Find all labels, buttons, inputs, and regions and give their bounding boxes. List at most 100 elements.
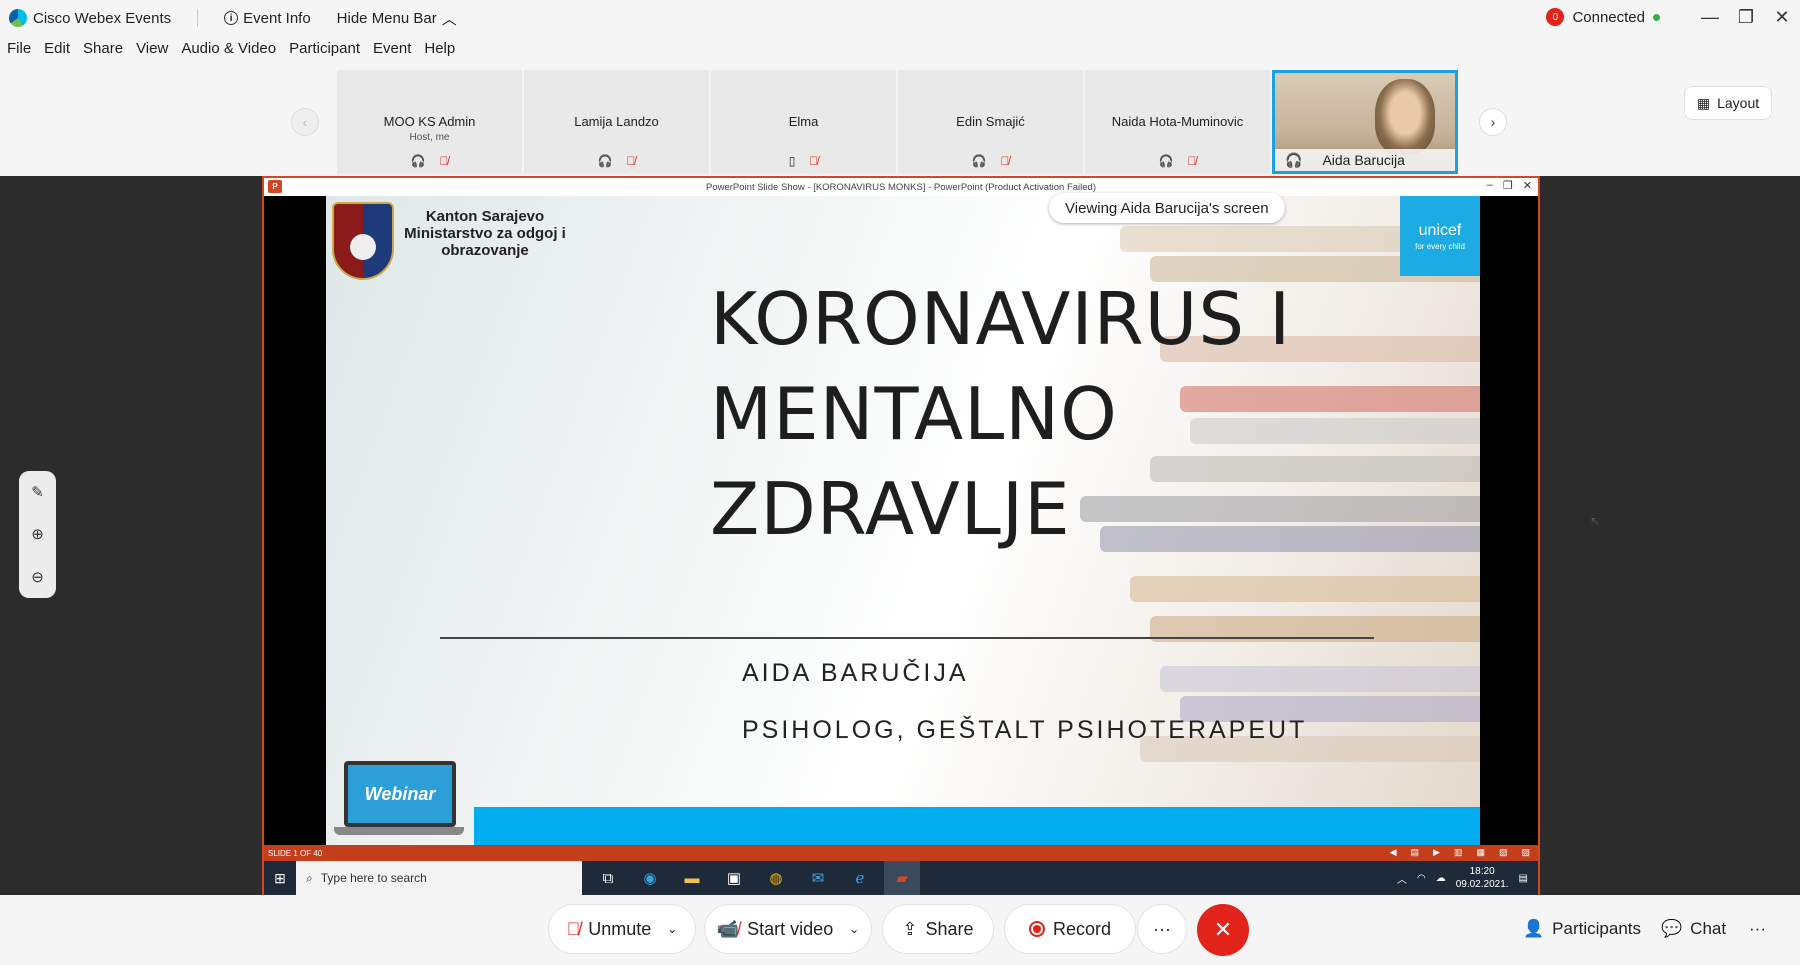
participant-tile[interactable]: Lamija Landzo 🎧 🎙̸ xyxy=(524,70,709,174)
headset-icon: 🎧 xyxy=(410,154,426,168)
participants-button[interactable]: 👤 Participants xyxy=(1523,904,1641,954)
window-controls: — ❐ ✕ xyxy=(1692,4,1800,30)
internet-explorer-icon[interactable]: ℯ xyxy=(842,861,878,895)
muted-mic-icon: 🎙̸ xyxy=(1000,154,1010,168)
strip-prev-button[interactable]: ‹ xyxy=(291,108,319,136)
record-label: Record xyxy=(1052,918,1112,939)
close-icon: ✕ xyxy=(1213,917,1233,942)
more-options-icon: ··· xyxy=(1749,919,1766,938)
organization-line-1: Kanton Sarajevo xyxy=(425,208,545,225)
notes-icon[interactable]: ▤ xyxy=(1411,847,1420,858)
restore-icon[interactable]: ❐ xyxy=(1728,4,1764,30)
layout-button[interactable]: ▦ Layout xyxy=(1684,86,1772,120)
menu-help[interactable]: Help xyxy=(424,40,455,66)
onedrive-cloud-icon[interactable]: ☁ xyxy=(1436,873,1446,884)
minimize-icon[interactable]: — xyxy=(1692,4,1728,30)
menu-event[interactable]: Event xyxy=(373,40,411,66)
participant-name: Elma xyxy=(788,114,819,129)
shared-content-stage: P PowerPoint Slide Show - [KORONAVIRUS M… xyxy=(0,176,1800,895)
connection-label: Connected xyxy=(1572,8,1645,26)
share-icon: ⇪ xyxy=(902,918,918,939)
event-info-button[interactable]: i Event Info xyxy=(224,10,311,27)
menu-edit[interactable]: Edit xyxy=(44,40,70,66)
powerpoint-icon: P xyxy=(268,180,282,193)
clock-date: 09.02.2021. xyxy=(1455,879,1509,890)
app-name: Cisco Webex Events xyxy=(33,9,172,27)
normal-view-icon[interactable]: ▥ xyxy=(1454,847,1463,858)
strip-next-button[interactable]: › xyxy=(1479,108,1507,136)
menu-audio-video[interactable]: Audio & Video xyxy=(181,40,276,66)
mail-icon[interactable]: ✉ xyxy=(800,861,836,895)
chat-button[interactable]: 💬 Chat xyxy=(1661,904,1726,954)
zoom-in-icon[interactable]: ⊕ xyxy=(31,525,44,543)
share-label: Share xyxy=(925,918,974,939)
reading-view-icon[interactable]: ▧ xyxy=(1499,847,1508,858)
zoom-out-icon[interactable]: ⊖ xyxy=(31,568,44,586)
hide-menu-bar-label: Hide Menu Bar xyxy=(336,9,437,27)
participant-tile[interactable]: Elma ▯ 🎙̸ xyxy=(711,70,896,174)
more-options-button[interactable]: ··· xyxy=(1137,904,1187,954)
slide-author-role: PSIHOLOG, GEŠTALT PSIHOTERAPEUT xyxy=(742,716,1308,744)
taskbar-apps: ⧉ ◉ ▬ ▣ ◍ ✉ ℯ ▰ xyxy=(590,861,920,895)
search-icon: ⌕ xyxy=(306,870,313,885)
slideshow-icon[interactable]: ▨ xyxy=(1521,847,1530,858)
notifications-icon[interactable]: ▤ xyxy=(1519,873,1528,884)
task-view-icon[interactable]: ⧉ xyxy=(590,861,626,895)
unmute-button[interactable]: 🎙̸ Unmute ⌄ xyxy=(548,904,696,954)
viewing-screen-indicator: Viewing Aida Barucija's screen xyxy=(1049,193,1285,223)
system-tray: ︿ ◠ ☁ 18:20 09.02.2021. ▤ xyxy=(1397,865,1528,891)
menu-share[interactable]: Share xyxy=(83,40,123,66)
mobile-phone-icon: ▯ xyxy=(788,154,796,168)
hide-menu-bar-button[interactable]: Hide Menu Bar ︿ xyxy=(337,8,457,29)
menu-file[interactable]: File xyxy=(7,40,31,66)
headset-icon: 🎧 xyxy=(1285,151,1303,168)
title-divider xyxy=(197,9,199,27)
participant-tile[interactable]: Edin Smajić 🎧 🎙̸ xyxy=(898,70,1083,174)
annotate-pen-icon[interactable]: ✎ xyxy=(31,483,44,501)
webinar-label: Webinar xyxy=(344,761,456,827)
more-panels-button[interactable]: ··· xyxy=(1749,904,1766,954)
menu-view[interactable]: View xyxy=(136,40,168,66)
chevron-down-icon[interactable]: ⌄ xyxy=(849,922,859,936)
powerpoint-taskbar-icon[interactable]: ▰ xyxy=(884,861,920,895)
meeting-controls-bar: 🎙̸ Unmute ⌄ 📹̸ Start video ⌄ ⇪ Share Rec… xyxy=(0,895,1800,965)
windows-start-icon[interactable]: ⊞ xyxy=(264,861,296,895)
participant-strip: MOO KS Admin Host, me 🎧 🎙̸ Lamija Landzo… xyxy=(337,70,1458,176)
info-icon: i xyxy=(224,11,239,25)
taskbar-clock[interactable]: 18:20 09.02.2021. xyxy=(1456,865,1509,891)
previous-slide-icon[interactable]: ◀ xyxy=(1390,847,1397,858)
file-explorer-icon[interactable]: ▬ xyxy=(674,861,710,895)
share-button[interactable]: ⇪ Share xyxy=(882,904,994,954)
participant-tile[interactable]: MOO KS Admin Host, me 🎧 🎙̸ xyxy=(337,70,522,174)
connection-status[interactable]: 0 Connected xyxy=(1546,8,1660,26)
participant-name: Naida Hota-Muminovic xyxy=(1111,114,1244,129)
menu-bar: File Edit Share View Audio & Video Parti… xyxy=(0,40,461,66)
leave-meeting-button[interactable]: ✕ xyxy=(1197,904,1249,956)
muted-mic-icon: 🎙̸ xyxy=(626,154,636,168)
powerpoint-window-controls: – ❐ ✕ xyxy=(1487,179,1532,192)
taskbar-search-placeholder: Type here to search xyxy=(320,871,427,885)
pp-restore-icon[interactable]: ❐ xyxy=(1503,179,1513,192)
wifi-icon[interactable]: ◠ xyxy=(1417,873,1426,884)
close-icon[interactable]: ✕ xyxy=(1764,4,1800,30)
chrome-icon[interactable]: ◍ xyxy=(758,861,794,895)
pp-close-icon[interactable]: ✕ xyxy=(1523,179,1532,192)
video-label: 🎧 Aida Barucija xyxy=(1275,149,1455,171)
webinar-laptop-logo: Webinar xyxy=(334,761,464,841)
tray-chevron-icon[interactable]: ︿ xyxy=(1397,871,1407,886)
chevron-down-icon[interactable]: ⌄ xyxy=(667,922,677,936)
taskbar-search[interactable]: ⌕ Type here to search xyxy=(296,861,582,895)
participant-video-tile[interactable]: 🎧 Aida Barucija xyxy=(1272,70,1458,174)
menu-participant[interactable]: Participant xyxy=(289,40,360,66)
participant-tile[interactable]: Naida Hota-Muminovic 🎧 🎙̸ xyxy=(1085,70,1270,174)
pp-minimize-icon[interactable]: – xyxy=(1487,179,1493,192)
slide-sorter-icon[interactable]: ▦ xyxy=(1476,847,1485,858)
next-slide-icon[interactable]: ▶ xyxy=(1433,847,1440,858)
participant-name: Edin Smajić xyxy=(956,114,1025,129)
store-icon[interactable]: ▣ xyxy=(716,861,752,895)
slideshow-controls: ◀ ▤ ▶ ▥ ▦ ▧ ▨ xyxy=(1390,847,1530,858)
record-button[interactable]: Record xyxy=(1004,904,1136,954)
powerpoint-title-bar: P PowerPoint Slide Show - [KORONAVIRUS M… xyxy=(264,178,1538,196)
edge-browser-icon[interactable]: ◉ xyxy=(632,861,668,895)
start-video-button[interactable]: 📹̸ Start video ⌄ xyxy=(704,904,872,954)
